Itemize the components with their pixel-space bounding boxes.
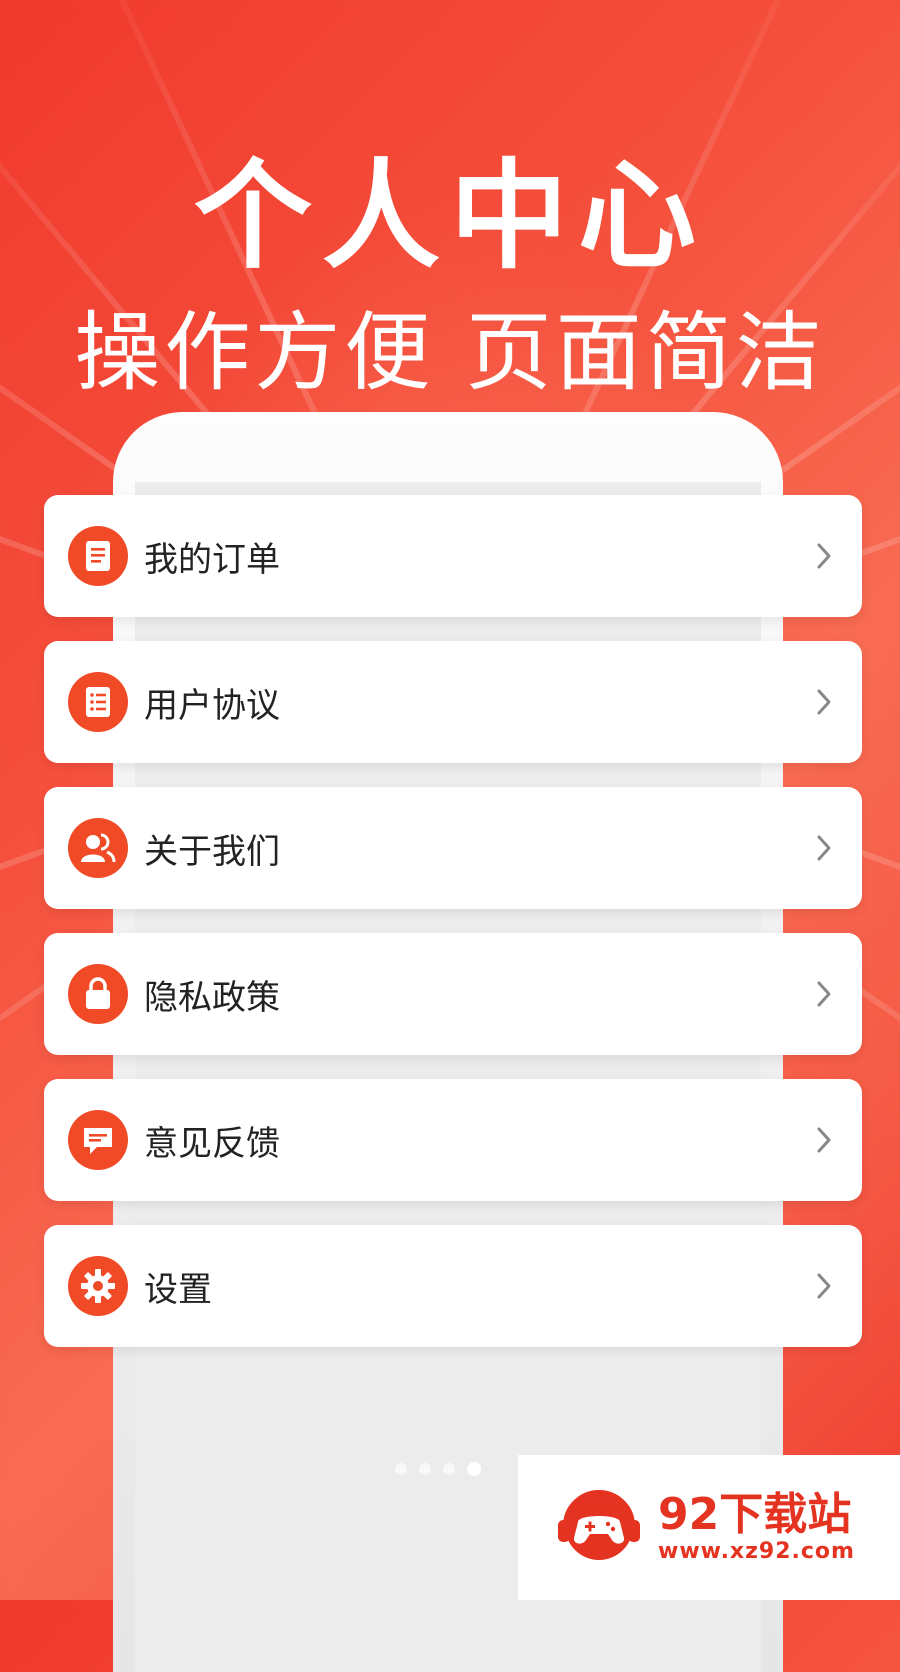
menu-item-feedback[interactable]: 意见反馈	[44, 1079, 862, 1201]
watermark-text: 92下载站 www.xz92.com	[658, 1489, 855, 1565]
watermark: 92下载站 www.xz92.com	[518, 1455, 900, 1600]
menu-item-my-orders[interactable]: 我的订单	[44, 495, 862, 617]
lock-icon	[68, 964, 128, 1024]
menu-item-user-agreement[interactable]: 用户协议	[44, 641, 862, 763]
menu-item-label: 设置	[144, 1269, 212, 1310]
chevron-right-icon	[817, 543, 831, 569]
chevron-right-icon	[817, 689, 831, 715]
chevron-right-icon	[817, 1127, 831, 1153]
menu-item-about-us[interactable]: 关于我们	[44, 787, 862, 909]
carousel-indicator	[395, 1462, 481, 1476]
feedback-chat-icon	[68, 1110, 128, 1170]
order-list-icon	[68, 526, 128, 586]
chevron-right-icon	[817, 835, 831, 861]
watermark-url: www.xz92.com	[658, 1539, 855, 1564]
menu-item-label: 隐私政策	[144, 977, 280, 1018]
users-icon	[68, 818, 128, 878]
agreement-list-icon	[68, 672, 128, 732]
watermark-title: 92下载站	[658, 1489, 852, 1540]
gamepad-logo-icon	[554, 1486, 644, 1570]
menu-item-label: 关于我们	[144, 831, 280, 872]
menu-item-settings[interactable]: 设置	[44, 1225, 862, 1347]
carousel-dot[interactable]	[443, 1463, 455, 1475]
carousel-dot[interactable]	[395, 1463, 407, 1475]
menu-item-label: 用户协议	[144, 685, 280, 726]
chevron-right-icon	[817, 1273, 831, 1299]
chevron-right-icon	[817, 981, 831, 1007]
carousel-dot[interactable]	[419, 1463, 431, 1475]
page-title: 个人中心	[193, 147, 706, 285]
menu-item-label: 我的订单	[144, 539, 280, 580]
carousel-dot-active[interactable]	[467, 1462, 481, 1476]
menu-item-privacy-policy[interactable]: 隐私政策	[44, 933, 862, 1055]
gear-icon	[68, 1256, 128, 1316]
page-subtitle: 操作方便 页面简洁	[74, 303, 826, 403]
menu-item-label: 意见反馈	[144, 1123, 280, 1164]
